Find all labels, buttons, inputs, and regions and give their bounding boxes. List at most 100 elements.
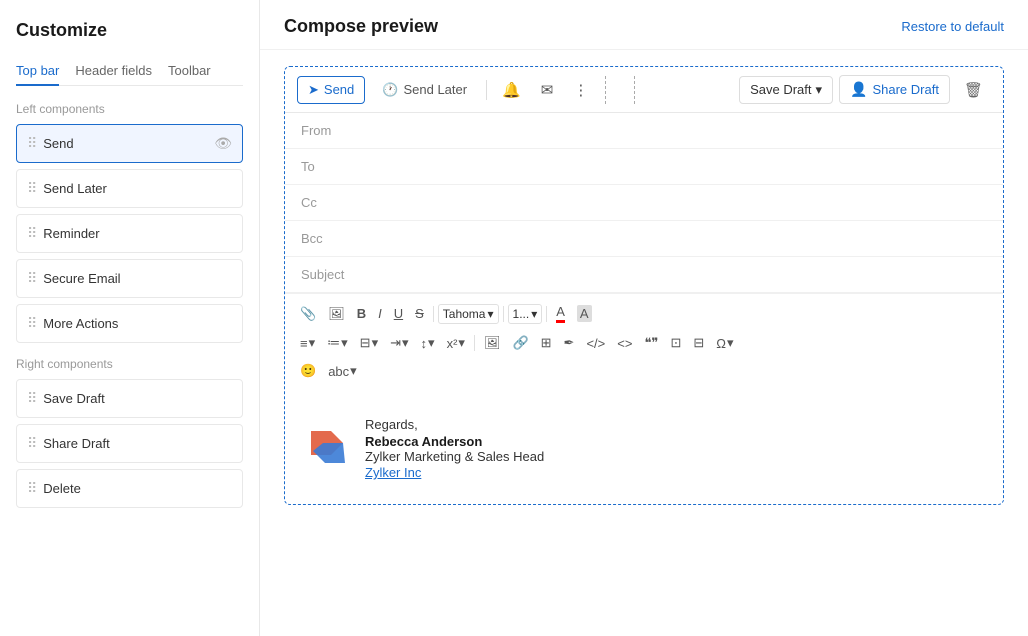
table2-button[interactable]: ⊡ <box>665 331 686 355</box>
component-more-actions-label: More Actions <box>43 316 232 331</box>
more-actions-icon-button[interactable]: ⋮ <box>566 76 595 104</box>
align-button[interactable]: ≡ ▾ <box>295 331 320 355</box>
share-draft-label: Share Draft <box>872 82 938 97</box>
align-dropdown-icon: ▾ <box>309 335 316 351</box>
eye-icon-send[interactable]: 👁 <box>214 135 232 152</box>
send-label: Send <box>324 82 354 97</box>
send-button[interactable]: ➤ Send <box>297 76 365 104</box>
blockquote-button[interactable]: ❝❞ <box>639 331 663 355</box>
component-send-label: Send <box>43 136 214 151</box>
signature-company-link[interactable]: Zylker Inc <box>365 465 421 480</box>
save-draft-button[interactable]: Save Draft ▾ <box>739 76 833 104</box>
fmt-divider-1 <box>433 306 434 322</box>
insert-image-btn2[interactable]: 🖼 <box>479 331 506 355</box>
cc-input[interactable] <box>351 195 987 210</box>
secure-email-icon-button[interactable]: ✉ <box>534 76 561 104</box>
format-row-3: 🙂 abc ▾ <box>295 359 993 383</box>
tab-top-bar[interactable]: Top bar <box>16 57 59 86</box>
tab-toolbar[interactable]: Toolbar <box>168 57 211 86</box>
insert-link-button[interactable]: 🔗 <box>507 331 533 355</box>
drag-icon-send-later: ⠿ <box>27 180 37 197</box>
ordered-list-button[interactable]: ⊟ ▾ <box>355 331 383 355</box>
left-section-label: Left components <box>16 102 243 116</box>
drag-icon-save-draft: ⠿ <box>27 390 37 407</box>
from-label: From <box>301 123 351 138</box>
bcc-input[interactable] <box>351 231 987 246</box>
font-size-selector[interactable]: 1... ▾ <box>508 304 543 324</box>
format-row-2: ≡ ▾ ≔ ▾ ⊟ ▾ ⇥ ▾ ↕ ▾ x² ▾ 🖼 🔗 ⊞ ✒ </> <> … <box>295 331 993 355</box>
indent-button[interactable]: ⇥ ▾ <box>385 331 413 355</box>
superscript-button[interactable]: x² ▾ <box>442 331 470 355</box>
to-input[interactable] <box>351 159 987 174</box>
strikethrough-button[interactable]: S <box>410 302 429 325</box>
send-later-label: Send Later <box>403 82 467 97</box>
signature2-button[interactable]: abc ▾ <box>323 359 362 383</box>
component-send[interactable]: ⠿ Send 👁 <box>16 124 243 163</box>
component-more-actions[interactable]: ⠿ More Actions <box>16 304 243 343</box>
font-bgcolor-button[interactable]: A <box>572 301 597 326</box>
subject-label: Subject <box>301 267 351 282</box>
code-button[interactable]: </> <box>581 332 610 355</box>
send-later-button[interactable]: 🕐 Send Later <box>371 76 478 104</box>
to-field-row: To <box>285 149 1003 185</box>
insert-table-button[interactable]: ⊞ <box>536 331 557 355</box>
save-draft-label: Save Draft <box>750 82 811 97</box>
share-icon: 👤 <box>850 81 867 98</box>
drag-icon-share-draft: ⠿ <box>27 435 37 452</box>
source-button[interactable]: <> <box>612 332 637 355</box>
signature-area: Regards, Rebecca Anderson Zylker Marketi… <box>285 393 1003 504</box>
cc-label: Cc <box>301 195 351 210</box>
component-reminder[interactable]: ⠿ Reminder <box>16 214 243 253</box>
restore-default-link[interactable]: Restore to default <box>901 19 1004 34</box>
subject-input[interactable] <box>351 267 987 282</box>
font-size-dropdown-icon: ▾ <box>531 307 537 321</box>
hr-button[interactable]: ⊟ <box>688 331 709 355</box>
line-spacing-button[interactable]: ↕ ▾ <box>416 331 440 355</box>
italic-button[interactable]: I <box>373 302 387 325</box>
reminder-icon-button[interactable]: 🔔 <box>495 76 528 104</box>
list-dropdown-icon: ▾ <box>341 335 348 351</box>
from-field-row: From <box>285 113 1003 149</box>
drag-icon-more-actions: ⠿ <box>27 315 37 332</box>
right-section-label: Right components <box>16 357 243 371</box>
component-save-draft[interactable]: ⠿ Save Draft <box>16 379 243 418</box>
component-delete[interactable]: ⠿ Delete <box>16 469 243 508</box>
attach-file-button[interactable]: 📎 <box>295 302 321 326</box>
send-icon: ➤ <box>308 82 319 98</box>
signature-button[interactable]: ✒ <box>559 331 580 355</box>
format-row-1: 📎 🖼 B I U S Tahoma ▾ 1... ▾ <box>295 300 993 327</box>
font-dropdown-icon: ▾ <box>487 307 493 321</box>
share-draft-button[interactable]: 👤 Share Draft <box>839 75 950 104</box>
component-share-draft[interactable]: ⠿ Share Draft <box>16 424 243 463</box>
fmt-divider-4 <box>474 335 475 351</box>
component-delete-label: Delete <box>43 481 232 496</box>
format-toolbar: 📎 🖼 B I U S Tahoma ▾ 1... ▾ <box>285 293 1003 393</box>
bold-button[interactable]: B <box>352 302 371 325</box>
font-bgcolor-icon: A <box>577 305 592 322</box>
drag-icon-reminder: ⠿ <box>27 225 37 242</box>
more-format-button[interactable]: Ω ▾ <box>711 331 738 355</box>
tab-header-fields[interactable]: Header fields <box>75 57 152 86</box>
email-fields: From To Cc Bcc Subject <box>285 113 1003 293</box>
font-selector[interactable]: Tahoma ▾ <box>438 304 499 324</box>
component-secure-email[interactable]: ⠿ Secure Email <box>16 259 243 298</box>
from-input[interactable] <box>351 123 987 138</box>
send-later-icon: 🕐 <box>382 82 398 98</box>
signature-title: Zylker Marketing & Sales Head <box>365 449 544 464</box>
list-button[interactable]: ≔ ▾ <box>322 331 353 355</box>
component-secure-email-label: Secure Email <box>43 271 232 286</box>
compose-toolbar: ➤ Send 🕐 Send Later 🔔 ✉ ⋮ <box>285 67 1003 113</box>
delete-button[interactable]: 🗑 <box>956 76 991 104</box>
alarm-icon: 🔔 <box>502 81 521 99</box>
drag-icon-delete: ⠿ <box>27 480 37 497</box>
font-color-button[interactable]: A <box>551 300 570 327</box>
email-icon: ✉ <box>541 81 554 99</box>
component-send-later[interactable]: ⠿ Send Later <box>16 169 243 208</box>
insert-image-button[interactable]: 🖼 <box>323 302 350 326</box>
dashed-separator <box>605 76 635 104</box>
emoji-button[interactable]: 🙂 <box>295 359 321 383</box>
bcc-label: Bcc <box>301 231 351 246</box>
toolbar-separator-1 <box>486 80 487 100</box>
underline-button[interactable]: U <box>389 302 408 325</box>
component-save-draft-label: Save Draft <box>43 391 232 406</box>
